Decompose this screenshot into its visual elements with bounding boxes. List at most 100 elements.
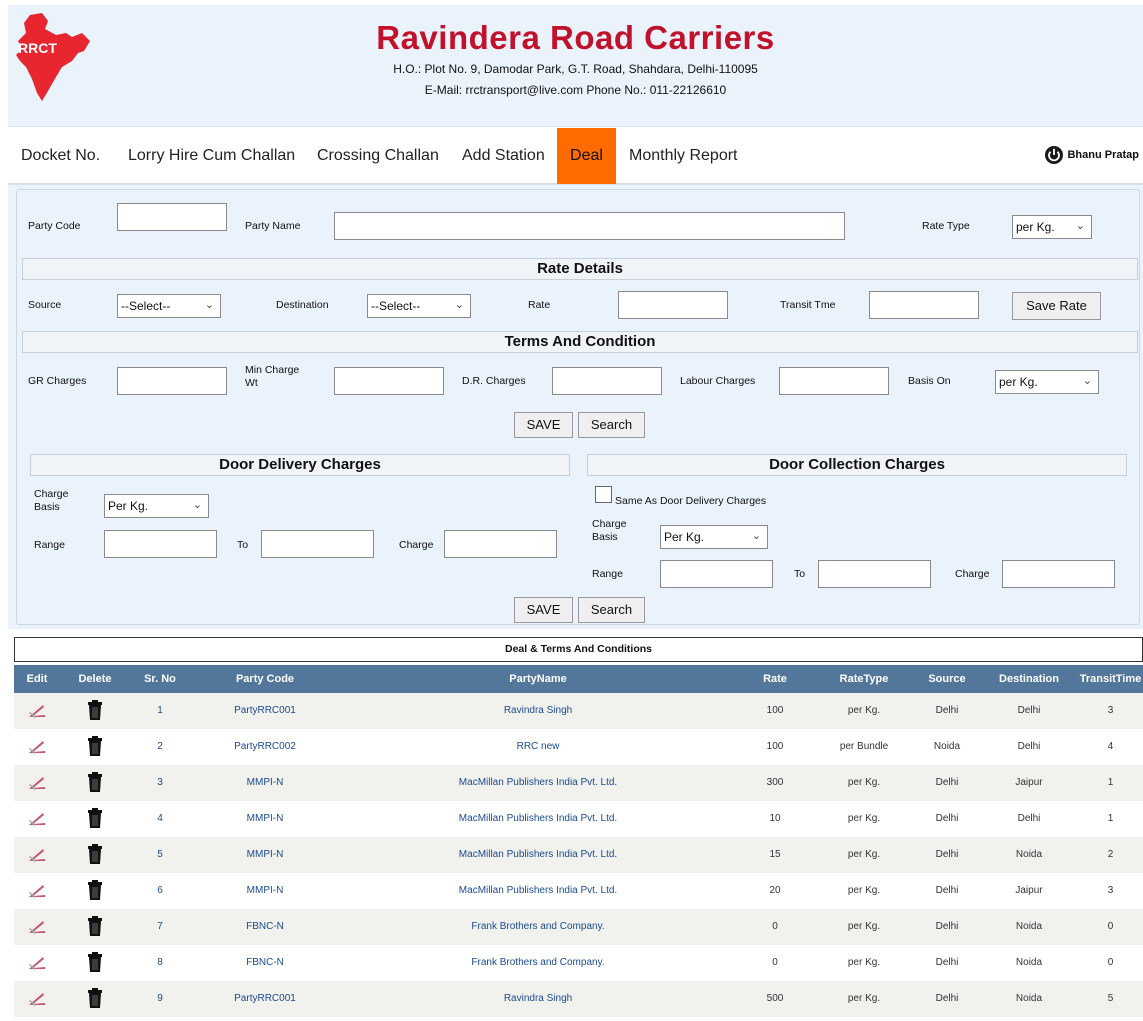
- main-nav: Docket No. Lorry Hire Cum Challan Crossi…: [8, 128, 1143, 184]
- cell-transit-time: 3: [1107, 885, 1114, 896]
- source-select[interactable]: --Select-- ⌄: [117, 294, 221, 318]
- nav-deal[interactable]: Deal: [557, 128, 616, 184]
- cell-rate-type: per Kg.: [847, 885, 881, 896]
- edit-icon[interactable]: [14, 801, 60, 837]
- delete-icon[interactable]: [60, 873, 130, 909]
- dr-charges-input[interactable]: [552, 367, 662, 395]
- table-title: Deal & Terms And Conditions: [14, 637, 1143, 662]
- min-charge-input[interactable]: [334, 367, 444, 395]
- cell-transit-time: 4: [1107, 741, 1114, 752]
- form-panel: [16, 189, 1140, 625]
- save-rate-button[interactable]: Save Rate: [1012, 292, 1101, 320]
- power-icon[interactable]: [1044, 145, 1064, 165]
- cell-source: Delhi: [935, 849, 959, 860]
- gr-charges-input[interactable]: [117, 367, 227, 395]
- cell-party-code: MMPI-N: [246, 849, 284, 860]
- dd-range-from-input[interactable]: [104, 530, 217, 558]
- destination-select[interactable]: --Select-- ⌄: [367, 294, 471, 318]
- door-save-button[interactable]: SAVE: [514, 597, 573, 623]
- cell-rate-type: per Kg.: [847, 777, 881, 788]
- nav-monthly-report[interactable]: Monthly Report: [629, 128, 738, 184]
- edit-icon[interactable]: [14, 729, 60, 765]
- same-as-checkbox[interactable]: [595, 486, 612, 503]
- cell-sr-no: 1: [157, 705, 163, 716]
- nav-docket[interactable]: Docket No.: [21, 128, 100, 184]
- edit-icon[interactable]: [14, 693, 60, 729]
- cell-party-code: MMPI-N: [246, 813, 284, 824]
- party-name-label: Party Name: [245, 220, 301, 232]
- dc-range-to-input[interactable]: [818, 560, 931, 588]
- delete-icon[interactable]: [60, 837, 130, 873]
- cell-source: Delhi: [935, 957, 959, 968]
- rate-type-value: per Kg.: [1016, 220, 1055, 234]
- party-code-input[interactable]: [117, 203, 227, 231]
- nav-crossing-challan[interactable]: Crossing Challan: [317, 128, 439, 184]
- edit-icon[interactable]: [14, 909, 60, 945]
- cell-rate: 100: [766, 705, 784, 716]
- dr-charges-label: D.R. Charges: [462, 375, 526, 387]
- table-row: 5 MMPI-N MacMillan Publishers India Pvt. L…: [14, 837, 1143, 873]
- deal-form: Party Code Party Name Rate Type per Kg. ⌄…: [8, 184, 1143, 629]
- table-row: 3 MMPI-N MacMillan Publishers India Pvt. L…: [14, 765, 1143, 801]
- labour-charges-input[interactable]: [779, 367, 889, 395]
- edit-icon[interactable]: [14, 873, 60, 909]
- nav-add-station[interactable]: Add Station: [462, 128, 545, 184]
- dc-range-from-input[interactable]: [660, 560, 773, 588]
- terms-save-button[interactable]: SAVE: [514, 412, 573, 438]
- rate-input[interactable]: [618, 291, 728, 319]
- cell-source: Delhi: [935, 921, 959, 932]
- edit-icon[interactable]: [14, 981, 60, 1017]
- column-header: Sr. No: [144, 673, 176, 685]
- edit-icon[interactable]: [14, 765, 60, 801]
- door-delivery-title: Door Delivery Charges: [30, 454, 570, 476]
- edit-icon[interactable]: [14, 837, 60, 873]
- destination-label: Destination: [276, 299, 329, 311]
- delete-icon[interactable]: [60, 729, 130, 765]
- chevron-down-icon: ⌄: [1075, 220, 1085, 232]
- user-menu[interactable]: Bhanu Pratap: [1044, 145, 1139, 165]
- delete-icon[interactable]: [60, 945, 130, 981]
- cell-rate-type: per Kg.: [847, 813, 881, 824]
- delete-icon[interactable]: [60, 693, 130, 729]
- cell-destination: Jaipur: [1015, 777, 1043, 788]
- dd-range-to-input[interactable]: [261, 530, 374, 558]
- rate-type-select[interactable]: per Kg. ⌄: [1012, 215, 1092, 239]
- dc-charge-basis-select[interactable]: Per Kg. ⌄: [660, 525, 768, 549]
- cell-party-name: Frank Brothers and Company.: [471, 957, 605, 968]
- cell-party-code: PartyRRC001: [234, 993, 296, 1004]
- party-name-input[interactable]: [334, 212, 845, 240]
- user-name: Bhanu Pratap: [1067, 149, 1139, 161]
- door-search-button[interactable]: Search: [578, 597, 645, 623]
- delete-icon[interactable]: [60, 801, 130, 837]
- cell-rate-type: per Kg.: [847, 921, 881, 932]
- terms-search-button[interactable]: Search: [578, 412, 645, 438]
- edit-icon[interactable]: [14, 945, 60, 981]
- cell-source: Delhi: [935, 813, 959, 824]
- cell-party-name: MacMillan Publishers India Pvt. Ltd.: [458, 885, 618, 896]
- delete-icon[interactable]: [60, 765, 130, 801]
- source-value: --Select--: [121, 299, 171, 313]
- dd-charge-basis-select[interactable]: Per Kg. ⌄: [104, 494, 209, 518]
- door-collection-title: Door Collection Charges: [587, 454, 1127, 476]
- dd-charge-input[interactable]: [444, 530, 557, 558]
- cell-party-code: FBNC-N: [246, 921, 284, 932]
- labour-charges-label: Labour Charges: [680, 375, 756, 387]
- basis-on-select[interactable]: per Kg. ⌄: [995, 370, 1099, 394]
- delete-icon[interactable]: [60, 909, 130, 945]
- cell-party-name: Ravindra Singh: [503, 993, 573, 1004]
- transit-time-input[interactable]: [869, 291, 979, 319]
- cell-source: Delhi: [935, 777, 959, 788]
- same-as-label: Same As Door Delivery Charges: [615, 495, 767, 507]
- cell-sr-no: 6: [157, 885, 163, 896]
- table-row: 4 MMPI-N MacMillan Publishers India Pvt. L…: [14, 801, 1143, 837]
- cell-party-code: PartyRRC002: [234, 741, 296, 752]
- cell-party-code: PartyRRC001: [234, 705, 296, 716]
- party-code-label: Party Code: [28, 220, 81, 232]
- dc-range-label: Range: [592, 568, 623, 580]
- dc-charge-input[interactable]: [1002, 560, 1115, 588]
- chevron-down-icon: ⌄: [204, 299, 214, 311]
- nav-lorry-hire[interactable]: Lorry Hire Cum Challan: [128, 128, 295, 184]
- delete-icon[interactable]: [60, 981, 130, 1017]
- cell-party-code: FBNC-N: [246, 957, 284, 968]
- cell-sr-no: 8: [157, 957, 163, 968]
